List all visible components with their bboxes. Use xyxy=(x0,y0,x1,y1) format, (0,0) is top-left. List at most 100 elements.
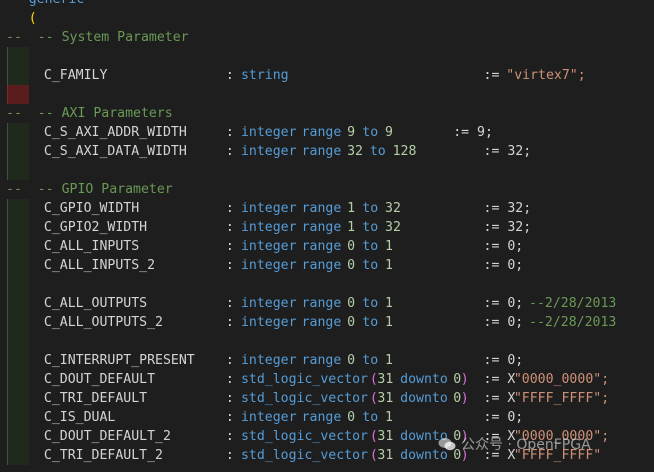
code-token-id: C_IS_DUAL xyxy=(43,410,116,425)
code-line[interactable]: C_IS_DUAL: integer range 0 to 1:= 0; xyxy=(0,408,654,427)
code-token-kw: to xyxy=(362,220,379,235)
code-token-kw: to xyxy=(362,201,379,216)
code-token-kw: std_logic_vector xyxy=(240,448,369,463)
code-token-kw: integer xyxy=(240,258,297,273)
code-token-id: C_DOUT_DEFAULT_2 xyxy=(43,429,171,444)
indent-guide xyxy=(7,161,29,180)
code-line[interactable] xyxy=(0,332,654,351)
code-token-id: C_GPIO2_WIDTH xyxy=(43,220,148,235)
code-token-kw: to xyxy=(369,144,386,159)
code-token-id: := X xyxy=(483,391,516,406)
code-token-num: 128 xyxy=(392,144,417,159)
wechat-icon xyxy=(438,438,456,451)
code-token-str: "virtex7"; xyxy=(506,68,586,83)
code-token-num: 1 xyxy=(347,201,356,216)
code-token-kw: generic xyxy=(29,0,85,9)
code-token-id: : xyxy=(225,239,234,254)
watermark-text: 公众号 · OpenFPGA xyxy=(461,437,591,453)
code-token-id: : xyxy=(225,315,234,330)
indent-guide xyxy=(7,237,29,256)
code-token-kw: range xyxy=(301,239,342,254)
code-token-num: 0 xyxy=(347,296,356,311)
code-token-id: C_FAMILY xyxy=(43,68,108,83)
code-token-kw: std_logic_vector xyxy=(240,429,369,444)
code-line[interactable] xyxy=(0,275,654,294)
indent-guide xyxy=(7,218,29,237)
code-token-num: 9 xyxy=(347,125,356,140)
code-line[interactable]: C_ALL_INPUTS: integer range 0 to 1:= 0; xyxy=(0,237,654,256)
code-line[interactable]: C_DOUT_DEFAULT: std_logic_vector(31 downto… xyxy=(0,370,654,389)
code-token-id: := 0; xyxy=(483,353,524,368)
code-token-kw: downto xyxy=(400,391,448,406)
code-token-id: := 0; xyxy=(483,258,524,273)
code-token-num: 0 xyxy=(347,239,356,254)
code-token-id: C_ALL_OUTPUTS xyxy=(43,296,148,311)
code-token-kw: string xyxy=(240,68,289,83)
code-line[interactable]: C_ALL_OUTPUTS_2: integer range 0 to 1:= 0; --2… xyxy=(0,313,654,332)
indent-guide xyxy=(7,47,29,66)
code-token-str: "FFFF_FFFF"; xyxy=(513,391,610,406)
code-token-kw: range xyxy=(301,125,342,140)
code-token-kw: integer xyxy=(240,125,297,140)
code-token-kw: integer xyxy=(240,315,297,330)
code-token-paren2: ( xyxy=(28,11,37,26)
code-token-num: 9 xyxy=(385,125,393,140)
code-token-paren: ) xyxy=(460,391,469,406)
code-line[interactable]: generic xyxy=(0,0,654,9)
code-token-num: 31 xyxy=(377,448,394,463)
code-token-id: : xyxy=(225,125,234,140)
code-token-comment: --2/28/2013 xyxy=(529,315,617,330)
code-token-kw: std_logic_vector xyxy=(240,391,369,406)
code-token-kw: range xyxy=(301,258,342,273)
code-line[interactable] xyxy=(0,161,654,180)
code-token-id: : xyxy=(225,220,234,235)
code-line[interactable]: -- -- GPIO Parameter xyxy=(0,180,654,199)
code-line[interactable]: C_ALL_INPUTS_2: integer range 0 to 1:= 0; xyxy=(0,256,654,275)
code-line[interactable]: C_S_AXI_ADDR_WIDTH: integer range 9 to 9:= 9; xyxy=(0,123,654,142)
code-token-id: := 0; xyxy=(483,410,524,425)
code-token-kw: range xyxy=(301,201,342,216)
code-token-id: := 0; xyxy=(483,239,524,254)
code-token-kw: to xyxy=(362,410,379,425)
code-token-id: := 0; xyxy=(483,296,524,311)
code-line[interactable]: C_TRI_DEFAULT: std_logic_vector(31 downto 0… xyxy=(0,389,654,408)
code-token-id: : xyxy=(225,410,234,425)
code-token-kw: integer xyxy=(240,220,297,235)
code-token-kw: to xyxy=(362,353,379,368)
code-line[interactable] xyxy=(0,47,654,66)
code-line[interactable]: -- -- AXI Parameters xyxy=(0,104,654,123)
watermark: 公众号 · OpenFPGA xyxy=(438,434,591,454)
code-token-id: : xyxy=(225,258,234,273)
code-token-paren: ) xyxy=(460,372,469,387)
code-line[interactable]: ( xyxy=(0,9,654,28)
code-token-kw: integer xyxy=(240,144,297,159)
code-line[interactable]: -- -- System Parameter xyxy=(0,28,654,47)
code-token-id: C_GPIO_WIDTH xyxy=(43,201,140,216)
code-line[interactable] xyxy=(0,85,654,104)
code-token-kw: range xyxy=(301,144,342,159)
code-token-id: C_ALL_OUTPUTS_2 xyxy=(43,315,163,330)
code-token-id: : xyxy=(225,144,234,159)
code-token-num: 1 xyxy=(385,353,393,368)
indent-guide xyxy=(7,275,29,294)
code-line[interactable]: C_FAMILY: string:= "virtex7"; xyxy=(0,66,654,85)
code-token-num: 32 xyxy=(385,201,401,216)
code-line[interactable]: C_INTERRUPT_PRESENT: integer range 0 to 1:= 0… xyxy=(0,351,654,370)
code-token-num: 32 xyxy=(347,144,363,159)
code-token-kw: std_logic_vector xyxy=(240,372,369,387)
code-token-comment: -- -- AXI Parameters xyxy=(6,106,173,121)
code-token-comment: -- -- GPIO Parameter xyxy=(6,182,173,197)
code-token-id: := 32; xyxy=(483,144,532,159)
code-token-id: C_TRI_DEFAULT_2 xyxy=(43,448,163,463)
code-line[interactable]: C_S_AXI_DATA_WIDTH: integer range 32 to 128:=… xyxy=(0,142,654,161)
code-token-id: := 9; xyxy=(453,125,493,140)
indent-guide xyxy=(7,199,29,218)
indent-guide xyxy=(7,313,29,332)
code-token-num: 1 xyxy=(385,258,393,273)
code-token-id: C_TRI_DEFAULT xyxy=(43,391,148,406)
code-token-num: 31 xyxy=(377,372,394,387)
code-line[interactable]: C_ALL_OUTPUTS: integer range 0 to 1:= 0; --2/2… xyxy=(0,294,654,313)
code-editor[interactable]: generic (-- -- System Parameter C_FAMILY: s… xyxy=(0,0,654,472)
code-line[interactable]: C_GPIO_WIDTH: integer range 1 to 32:= 32; xyxy=(0,199,654,218)
code-line[interactable]: C_GPIO2_WIDTH: integer range 1 to 32:= 32; xyxy=(0,218,654,237)
